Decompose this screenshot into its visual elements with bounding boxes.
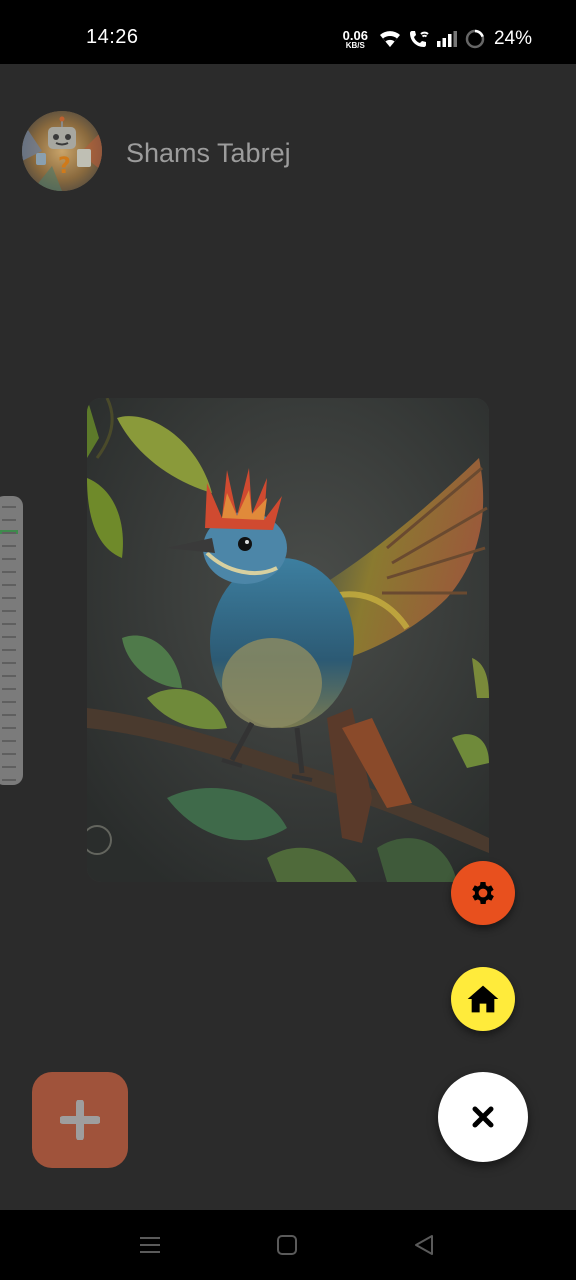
status-icons: 0.06 KB/S 24% xyxy=(343,26,532,52)
avatar[interactable]: ? xyxy=(22,111,102,191)
back-button[interactable] xyxy=(411,1232,437,1258)
home-button[interactable] xyxy=(451,967,515,1031)
menu-icon xyxy=(140,1237,160,1253)
back-triangle-icon xyxy=(415,1235,433,1255)
signal-icon xyxy=(436,30,458,48)
plus-icon xyxy=(60,1100,100,1140)
status-bar: 14:26 0.06 KB/S 24% xyxy=(0,0,576,64)
add-button[interactable] xyxy=(32,1072,128,1168)
nav-home-button[interactable] xyxy=(274,1232,300,1258)
previous-card[interactable] xyxy=(0,496,23,785)
current-image-card[interactable] xyxy=(87,398,489,882)
gear-icon xyxy=(472,882,494,904)
close-icon xyxy=(472,1106,494,1128)
network-speed: 0.06 KB/S xyxy=(343,29,368,50)
wifi-call-icon xyxy=(408,29,430,49)
status-time: 14:26 xyxy=(86,26,139,48)
robot-avatar-icon: ? xyxy=(22,111,102,191)
bird-image xyxy=(87,398,489,882)
user-name: Shams Tabrej xyxy=(126,138,291,168)
wifi-icon xyxy=(378,29,402,49)
network-speed-unit: KB/S xyxy=(345,40,365,50)
network-speed-value: 0.06 xyxy=(342,27,368,43)
system-nav-bar xyxy=(0,1210,576,1280)
app-screen: ? Shams Tabrej xyxy=(0,64,576,1210)
battery-ring-icon xyxy=(464,28,486,50)
settings-button[interactable] xyxy=(451,861,515,925)
svg-text:?: ? xyxy=(58,154,71,179)
home-icon xyxy=(467,985,499,1013)
battery-percent: 24% xyxy=(493,28,532,49)
close-menu-button[interactable] xyxy=(438,1072,528,1162)
home-square-icon xyxy=(277,1235,297,1255)
recents-button[interactable] xyxy=(137,1232,163,1258)
document-lines xyxy=(2,506,16,785)
